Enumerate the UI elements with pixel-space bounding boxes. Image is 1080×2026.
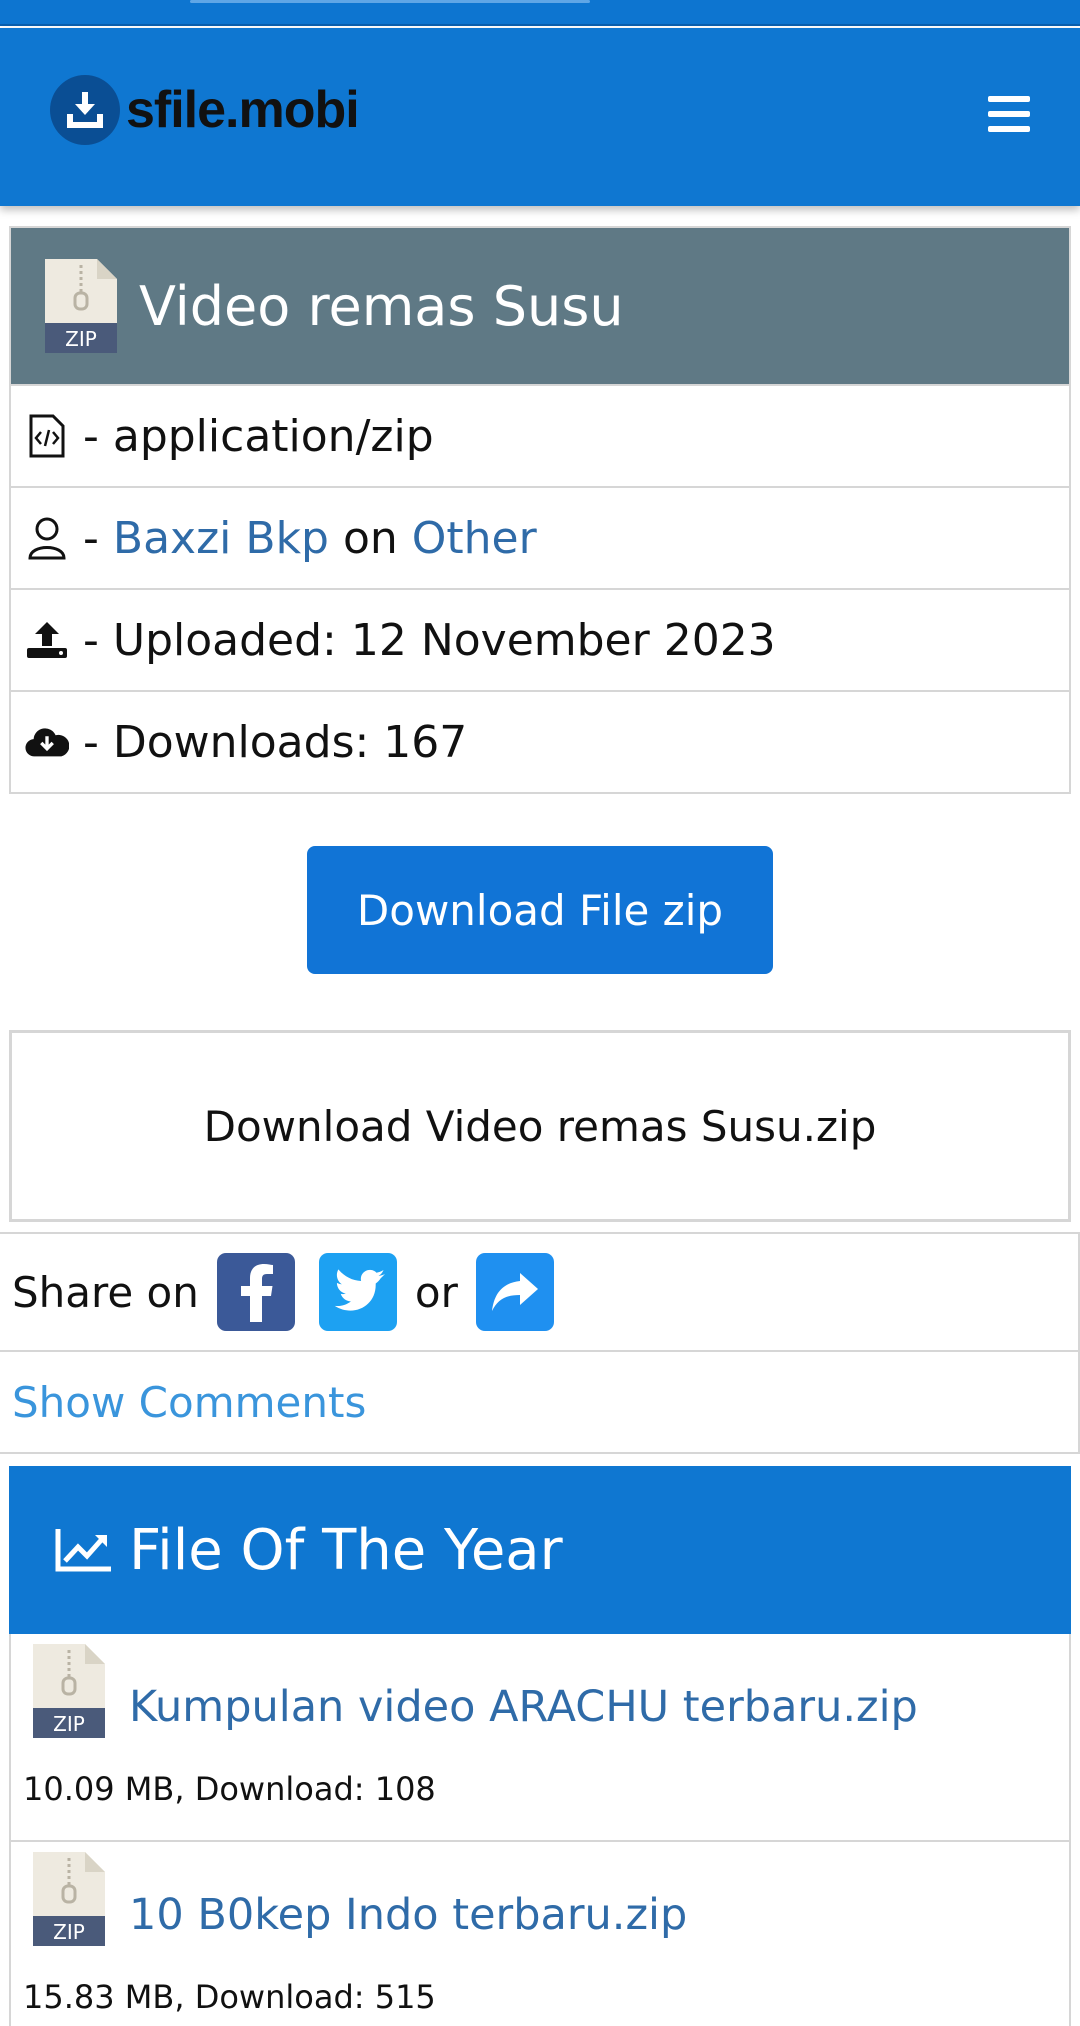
downloads-count: - Downloads: 167 (83, 716, 468, 768)
list-item-meta: 15.83 MB, Download: 515 (23, 1978, 436, 2016)
svg-text:ZIP: ZIP (65, 327, 97, 351)
share-bar: Share on or (0, 1232, 1080, 1352)
download-tray-icon (50, 75, 120, 145)
uploaded-row: - Uploaded: 12 November 2023 (11, 588, 1069, 690)
list-item-name[interactable]: 10 B0kep Indo terbaru.zip (129, 1890, 687, 1940)
or-text: or (414, 1267, 458, 1317)
show-comments-link[interactable]: Show Comments (0, 1352, 1080, 1454)
zip-file-icon: ZIP (33, 1852, 105, 1946)
status-strip (0, 0, 1080, 26)
share-label: Share on (12, 1267, 199, 1317)
file-of-the-year-header: File Of The Year (9, 1466, 1071, 1634)
chart-line-icon (55, 1529, 111, 1572)
svg-text:ZIP: ZIP (53, 1712, 85, 1736)
category-link[interactable]: Other (412, 513, 537, 564)
uploader-prefix: - (83, 512, 99, 564)
show-comments-label[interactable]: Show Comments (12, 1378, 366, 1427)
logo-text: sfile.mobi (126, 81, 360, 139)
on-text: on (328, 512, 412, 564)
uploader-row: - Baxzi Bkp on Other (11, 486, 1069, 588)
download-link-box[interactable]: Download Video remas Susu.zip (9, 1030, 1071, 1222)
download-link-text[interactable]: Download Video remas Susu.zip (204, 1102, 877, 1151)
file-title: Video remas Susu (139, 274, 624, 338)
download-file-button[interactable]: Download File zip (307, 846, 773, 974)
file-title-bar: ZIP Video remas Susu (11, 228, 1069, 384)
twitter-icon[interactable] (318, 1253, 397, 1331)
upload-icon (25, 618, 69, 662)
zip-file-icon: ZIP (45, 259, 117, 353)
site-logo[interactable]: sfile.mobi (50, 72, 360, 148)
downloads-row: - Downloads: 167 (11, 690, 1069, 792)
uploader-link[interactable]: Baxzi Bkp (113, 513, 329, 564)
mime-row: - application/zip (11, 384, 1069, 486)
list-item[interactable]: ZIP Kumpulan video ARACHU terbaru.zip 10… (11, 1634, 1069, 1842)
file-details-card: ZIP Video remas Susu - application/zip -… (9, 226, 1071, 794)
svg-text:ZIP: ZIP (53, 1920, 85, 1944)
zip-file-icon: ZIP (33, 1644, 105, 1738)
user-icon (25, 516, 69, 560)
cloud-download-icon (25, 720, 69, 764)
list-item-meta: 10.09 MB, Download: 108 (23, 1770, 436, 1808)
file-code-icon (25, 414, 69, 458)
file-of-the-year-title: File Of The Year (129, 1517, 563, 1583)
hamburger-icon[interactable] (988, 96, 1030, 132)
facebook-icon[interactable] (216, 1253, 295, 1331)
list-item-name[interactable]: Kumpulan video ARACHU terbaru.zip (129, 1682, 918, 1732)
share-icon[interactable] (475, 1253, 554, 1331)
file-of-the-year-list: ZIP Kumpulan video ARACHU terbaru.zip 10… (9, 1634, 1071, 2026)
list-item[interactable]: ZIP 10 B0kep Indo terbaru.zip 15.83 MB, … (11, 1842, 1069, 2026)
uploaded-date: - Uploaded: 12 November 2023 (83, 614, 776, 666)
mime-type: - application/zip (83, 410, 434, 462)
site-header: sfile.mobi (0, 28, 1080, 206)
